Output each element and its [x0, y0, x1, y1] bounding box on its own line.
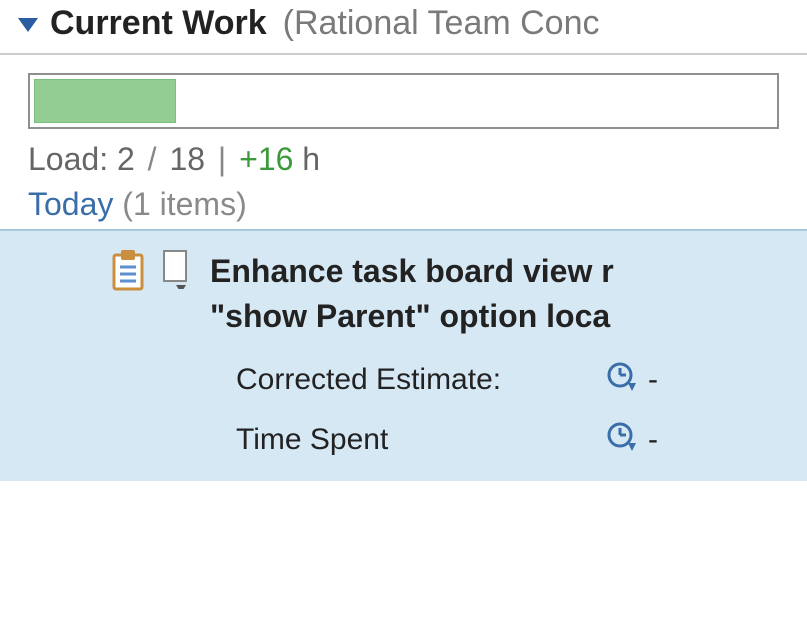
load-progress: [0, 55, 807, 137]
section-header[interactable]: Current Work (Rational Team Conc: [0, 0, 807, 55]
group-name: Today: [28, 186, 113, 222]
load-total: 18: [169, 141, 205, 177]
load-current: 2: [117, 141, 135, 177]
clock-icon[interactable]: [606, 421, 636, 459]
corrected-estimate-row: Corrected Estimate: -: [0, 361, 807, 399]
section-context: (Rational Team Conc: [283, 4, 600, 43]
load-divider: |: [218, 141, 226, 177]
clock-icon[interactable]: [606, 361, 636, 399]
time-spent-row: Time Spent -: [0, 421, 807, 459]
load-summary: Load: 2 / 18 | +16 h: [0, 137, 807, 186]
chevron-down-icon: [18, 6, 38, 40]
dropdown-icon[interactable]: [162, 249, 192, 297]
progress-bar: [28, 73, 779, 129]
work-item-title: Enhance task board view r "show Parent" …: [210, 249, 614, 339]
clipboard-icon: [110, 249, 146, 299]
load-unit: h: [302, 141, 320, 177]
corrected-estimate-value: -: [648, 363, 658, 397]
section-title: Current Work: [50, 4, 267, 43]
load-slash: /: [148, 141, 157, 177]
load-prefix: Load:: [28, 141, 108, 177]
load-delta: +16: [239, 141, 293, 177]
group-header[interactable]: Today (1 items): [0, 186, 807, 229]
time-spent-label: Time Spent: [236, 423, 606, 457]
corrected-estimate-label: Corrected Estimate:: [236, 363, 606, 397]
work-item-area: Enhance task board view r "show Parent" …: [0, 229, 807, 481]
work-item-row[interactable]: Enhance task board view r "show Parent" …: [0, 249, 807, 339]
time-spent-value: -: [648, 423, 658, 457]
progress-fill: [34, 79, 176, 123]
group-count: (1 items): [122, 186, 246, 222]
current-work-panel: Current Work (Rational Team Conc Load: 2…: [0, 0, 807, 625]
